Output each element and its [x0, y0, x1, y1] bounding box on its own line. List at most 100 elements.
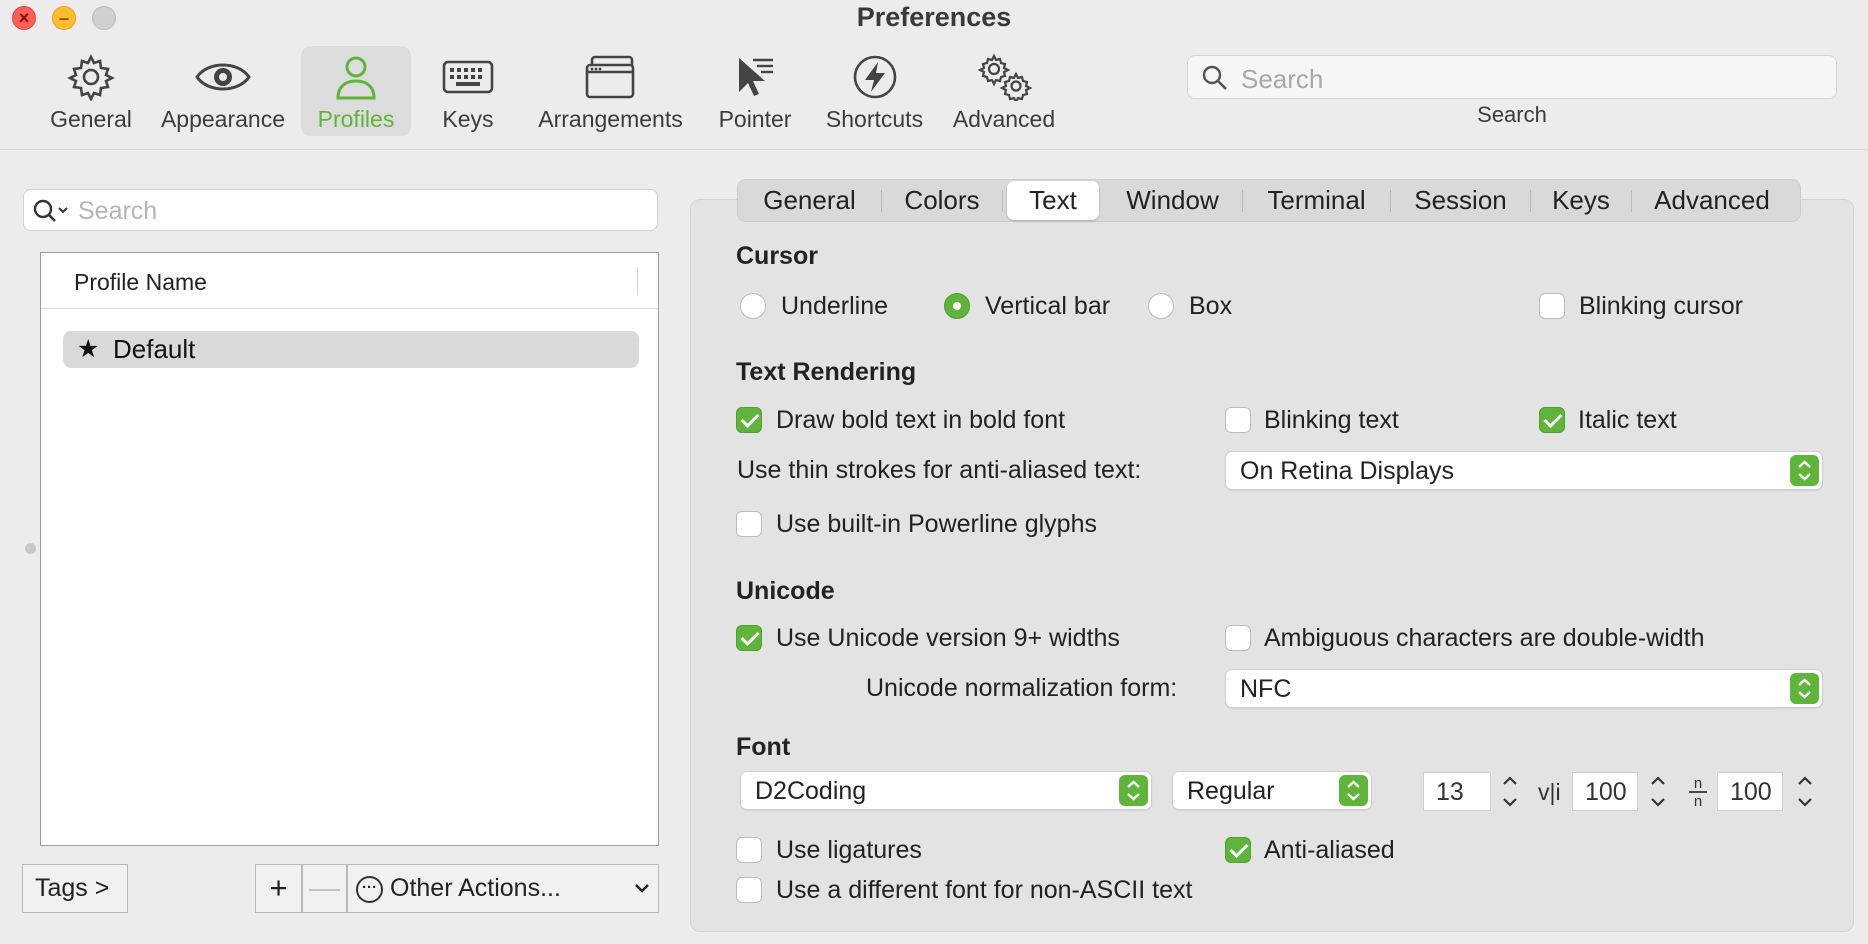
add-profile-button[interactable]: +	[255, 864, 302, 913]
toolbar-shortcuts[interactable]: Shortcuts	[822, 46, 927, 136]
search-icon	[1202, 65, 1227, 90]
toolbar-appearance[interactable]: Appearance	[158, 46, 288, 136]
toolbar-label: Keys	[442, 106, 494, 132]
svg-text:n: n	[1694, 793, 1702, 809]
ambiguous-double-width-label: Ambiguous characters are double-width	[1264, 624, 1705, 652]
toolbar-label: General	[50, 106, 132, 132]
powerline-glyphs-checkbox[interactable]	[736, 511, 762, 537]
window-toolbar: × – Preferences General Appearance Profi…	[0, 0, 1868, 150]
toolbar-advanced[interactable]: Advanced	[945, 46, 1063, 136]
profile-name: Default	[113, 334, 196, 364]
toolbar-pointer[interactable]: Pointer	[705, 46, 805, 136]
toolbar-profiles[interactable]: Profiles	[301, 46, 411, 136]
star-icon: ★	[77, 335, 100, 363]
bold-font-checkbox[interactable]	[736, 407, 762, 433]
gears-icon	[964, 50, 1044, 104]
other-actions-label: Other Actions...	[390, 874, 561, 902]
italic-text-checkbox[interactable]	[1539, 407, 1565, 433]
thin-strokes-label: Use thin strokes for anti-aliased text:	[737, 456, 1142, 484]
toolbar-label: Arrangements	[538, 106, 683, 132]
tab-text[interactable]: Text	[1007, 181, 1099, 220]
normalization-form-select[interactable]: NFC	[1225, 669, 1823, 708]
vertical-spacing-field[interactable]: 100	[1717, 772, 1783, 811]
thin-strokes-select[interactable]: On Retina Displays	[1225, 451, 1823, 490]
column-divider	[637, 267, 638, 295]
tab-session[interactable]: Session	[1391, 181, 1530, 220]
search-menu-icon	[33, 199, 68, 222]
non-ascii-font-checkbox[interactable]	[736, 877, 762, 903]
profile-tabs: General Colors Text Window Terminal Sess…	[737, 179, 1801, 222]
font-size-field[interactable]: 13	[1423, 772, 1491, 811]
tab-advanced[interactable]: Advanced	[1632, 181, 1792, 220]
font-size-stepper[interactable]	[1499, 772, 1521, 812]
updown-chevron-icon	[1790, 673, 1819, 704]
ambiguous-double-width-checkbox[interactable]	[1225, 625, 1251, 651]
cursor-heading: Cursor	[736, 242, 818, 270]
eye-icon	[183, 50, 263, 104]
tab-general[interactable]: General	[738, 181, 881, 220]
normalization-form-value: NFC	[1240, 675, 1292, 703]
updown-chevron-icon	[1790, 455, 1819, 486]
powerline-glyphs-label: Use built-in Powerline glyphs	[776, 510, 1097, 538]
profile-row-default[interactable]: ★ Default	[63, 331, 639, 368]
unicode-heading: Unicode	[736, 577, 835, 605]
bolt-icon	[835, 50, 915, 104]
profile-search-placeholder: Search	[78, 197, 158, 225]
horizontal-spacing-icon: v|i	[1538, 779, 1561, 805]
ellipsis-circle-icon: ···	[356, 876, 383, 903]
cursor-underline-label: Underline	[781, 292, 889, 320]
updown-chevron-icon	[1119, 775, 1148, 806]
pane-resize-handle[interactable]	[25, 543, 36, 554]
unicode-widths-checkbox[interactable]	[736, 625, 762, 651]
tab-keys[interactable]: Keys	[1531, 181, 1631, 220]
other-actions-button[interactable]: ··· Other Actions...	[347, 864, 659, 913]
ligatures-checkbox[interactable]	[736, 837, 762, 863]
toolbar-keys[interactable]: Keys	[428, 46, 508, 136]
cursor-box-label: Box	[1189, 292, 1233, 320]
blinking-cursor-checkbox[interactable]	[1539, 293, 1565, 319]
anti-aliased-checkbox[interactable]	[1225, 837, 1251, 863]
toolbar-general[interactable]: General	[44, 46, 138, 136]
toolbar-label: Advanced	[952, 106, 1056, 132]
keyboard-icon	[428, 50, 508, 104]
cursor-box-radio[interactable]	[1148, 293, 1174, 319]
search-label: Search	[1477, 102, 1547, 127]
anti-aliased-label: Anti-aliased	[1264, 836, 1395, 864]
preferences-search-field[interactable]: Search	[1187, 55, 1837, 99]
cursor-vertical-bar-label: Vertical bar	[985, 292, 1111, 320]
cursor-vertical-bar-radio[interactable]	[944, 293, 970, 319]
horizontal-spacing-field[interactable]: 100	[1572, 772, 1638, 811]
toolbar-label: Shortcuts	[825, 106, 924, 132]
person-icon	[316, 50, 396, 104]
tab-window[interactable]: Window	[1103, 181, 1242, 220]
font-family-select[interactable]: D2Coding	[740, 771, 1152, 810]
tab-terminal[interactable]: Terminal	[1243, 181, 1390, 220]
updown-chevron-icon	[1339, 775, 1368, 806]
pointer-icon	[715, 50, 795, 104]
blinking-text-checkbox[interactable]	[1225, 407, 1251, 433]
text-rendering-heading: Text Rendering	[736, 358, 917, 386]
blinking-cursor-label: Blinking cursor	[1579, 292, 1743, 320]
normalization-form-label: Unicode normalization form:	[866, 674, 1178, 702]
unicode-widths-label: Use Unicode version 9+ widths	[776, 624, 1120, 652]
window-stack-icon	[571, 50, 651, 104]
toolbar-label: Appearance	[160, 106, 286, 132]
vertical-spacing-stepper[interactable]	[1794, 772, 1816, 812]
tags-button[interactable]: Tags >	[22, 864, 128, 913]
horizontal-spacing-stepper[interactable]	[1647, 772, 1669, 812]
toolbar-arrangements[interactable]: Arrangements	[533, 46, 688, 136]
tab-colors[interactable]: Colors	[882, 181, 1002, 220]
font-style-select[interactable]: Regular	[1172, 771, 1372, 810]
profile-search-field[interactable]: Search	[23, 189, 658, 231]
vertical-spacing-icon: nn	[1689, 775, 1707, 809]
blinking-text-label: Blinking text	[1264, 406, 1399, 434]
remove-profile-button[interactable]: —	[302, 864, 347, 913]
bold-font-label: Draw bold text in bold font	[776, 406, 1066, 434]
thin-strokes-value: On Retina Displays	[1240, 457, 1454, 485]
search-placeholder: Search	[1241, 64, 1324, 94]
font-heading: Font	[736, 733, 791, 761]
svg-text:n: n	[1694, 775, 1702, 792]
cursor-underline-radio[interactable]	[740, 293, 766, 319]
profile-list-header[interactable]: Profile Name	[41, 253, 658, 309]
profile-list: Profile Name ★ Default	[40, 252, 659, 846]
